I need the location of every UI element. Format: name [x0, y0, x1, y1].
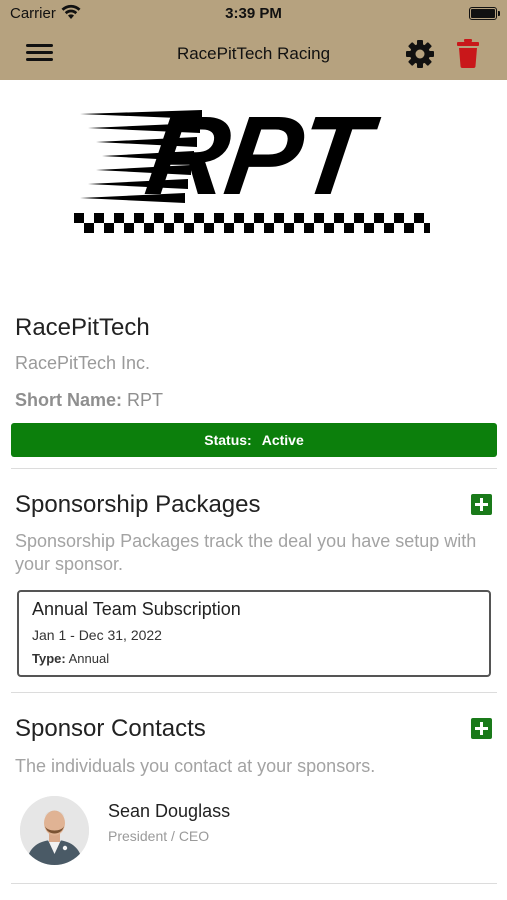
trash-icon[interactable]: [456, 39, 480, 68]
packages-section-description: Sponsorship Packages track the deal you …: [15, 531, 477, 574]
packages-section-title: Sponsorship Packages: [15, 491, 261, 518]
package-type-label: Type:: [32, 651, 66, 666]
gear-icon[interactable]: [404, 38, 436, 70]
package-card[interactable]: Annual Team Subscription Jan 1 - Dec 31,…: [17, 590, 491, 677]
package-name: Annual Team Subscription: [32, 599, 241, 619]
add-package-button[interactable]: [471, 494, 492, 515]
package-type: Type: Annual: [32, 651, 109, 666]
sponsor-name: RacePitTech: [15, 314, 150, 341]
status-badge[interactable]: Status: Active: [11, 423, 497, 457]
sponsor-legal-name: RacePitTech Inc.: [15, 353, 151, 373]
short-name-row: Short Name: RPT: [15, 390, 163, 411]
navigation-bar: RacePitTech Racing: [0, 28, 507, 80]
clock: 3:39 PM: [225, 5, 282, 22]
package-dates: Jan 1 - Dec 31, 2022: [32, 627, 162, 643]
battery-icon: [469, 7, 500, 20]
short-name-value: RPT: [127, 390, 164, 410]
add-contact-button[interactable]: [471, 718, 492, 739]
status-value: Active: [261, 432, 304, 448]
short-name-label: Short Name:: [15, 390, 123, 410]
contact-role: President / CEO: [108, 828, 210, 844]
divider: [11, 468, 497, 469]
status-bar: Carrier 3:39 PM: [0, 0, 507, 28]
logo-text: RPT: [139, 93, 375, 218]
contacts-section-description: The individuals you contact at your spon…: [15, 756, 376, 776]
contact-item[interactable]: Sean Douglass President / CEO: [20, 796, 490, 866]
package-type-value: Annual: [68, 651, 110, 666]
divider: [11, 692, 497, 693]
divider: [11, 883, 497, 884]
contact-name: Sean Douglass: [108, 801, 231, 821]
checkered-flag-graphic: [74, 213, 430, 233]
sponsor-logo: RPT: [70, 93, 435, 240]
avatar: [20, 796, 89, 865]
status-label: Status:: [204, 432, 252, 448]
contacts-section-title: Sponsor Contacts: [15, 715, 206, 742]
